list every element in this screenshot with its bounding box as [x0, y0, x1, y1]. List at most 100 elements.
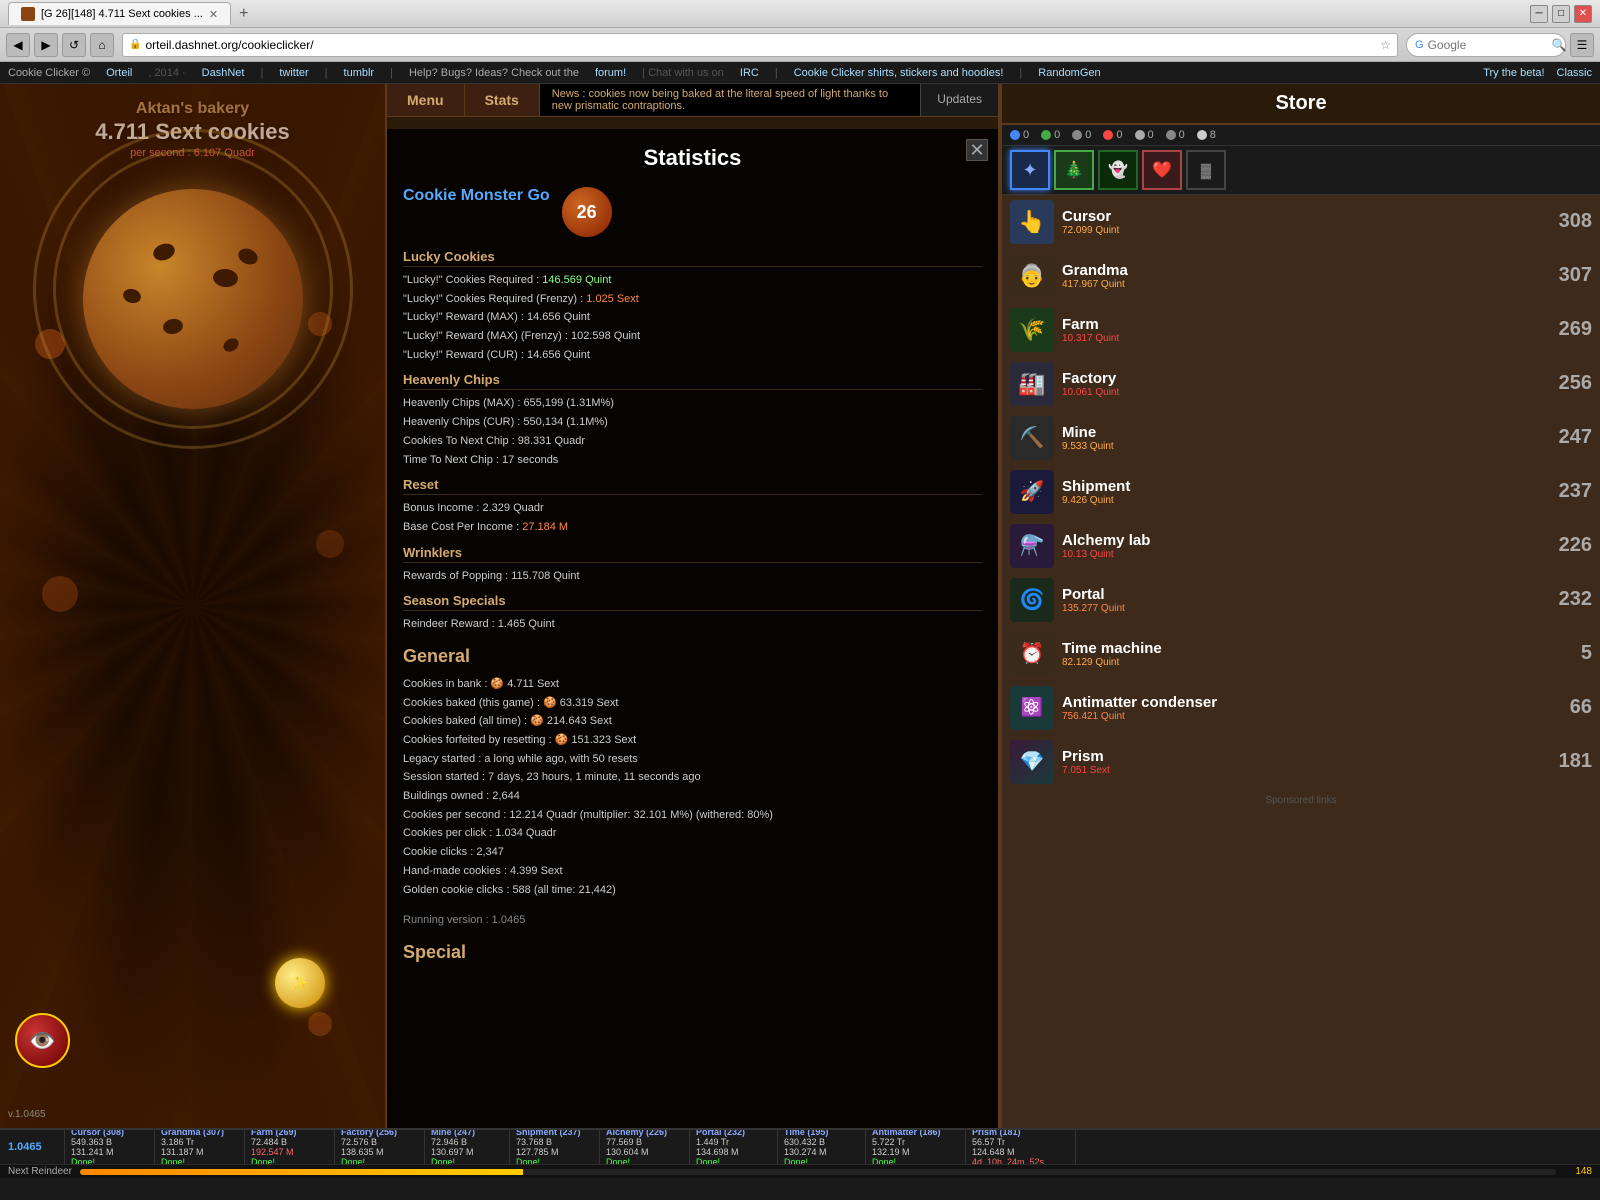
- season-header: Season Specials: [403, 593, 982, 611]
- prism-icon: 💎: [1010, 740, 1054, 784]
- cookie-monster-section: Cookie Monster Go 26: [403, 187, 982, 237]
- upgrade-item-2[interactable]: 👻: [1098, 150, 1138, 190]
- home-button[interactable]: ⌂: [90, 33, 114, 57]
- session-row: Session started : 7 days, 23 hours, 1 mi…: [403, 768, 982, 787]
- stats-button[interactable]: Stats: [465, 84, 540, 116]
- right-panel: Store 0 0 0 0 0: [1000, 84, 1600, 1128]
- cpc-val: 1.034 Quadr: [495, 827, 556, 839]
- menu-button[interactable]: Menu: [387, 84, 465, 116]
- back-button[interactable]: ◀: [6, 33, 30, 57]
- tab-close-btn[interactable]: ✕: [209, 8, 218, 21]
- window-close-btn[interactable]: ✕: [1574, 5, 1592, 23]
- window-minimize-btn[interactable]: ─: [1530, 5, 1548, 23]
- shipment-emoji: 🚀: [1020, 479, 1045, 504]
- factory-icon: 🏭: [1010, 362, 1054, 406]
- building-row-mine[interactable]: ⛏️ Mine 9.533 Quint 247: [1002, 411, 1600, 465]
- portal-name: Portal: [1062, 586, 1547, 603]
- timemachine-cost-val: 82.129 Quint: [1062, 657, 1119, 668]
- cm-text-block: Cookie Monster Go: [403, 187, 550, 205]
- grandma-icon: 👵: [1010, 254, 1054, 298]
- menu-stats-bar: Menu Stats News : cookies now being bake…: [387, 84, 998, 117]
- bottom-time-base: 130.274 M: [784, 1147, 859, 1157]
- search-input[interactable]: [1428, 38, 1548, 52]
- antimatter-info: Antimatter condenser 756.421 Quint: [1062, 694, 1547, 722]
- upgrade-item-1[interactable]: 🎄: [1054, 150, 1094, 190]
- bottom-col-grandma: Grandma (307) 3.186 Tr 131.187 M Done!: [155, 1130, 245, 1164]
- bottom-portal-time: Done!: [696, 1157, 771, 1164]
- randomgen-link[interactable]: RandomGen: [1038, 67, 1100, 79]
- building-row-antimatter[interactable]: ⚛️ Antimatter condenser 756.421 Quint 66: [1002, 681, 1600, 735]
- address-bar[interactable]: [145, 38, 1380, 52]
- big-cookie[interactable]: [83, 189, 303, 409]
- grandma-cost: 417.967 Quint: [1062, 279, 1547, 290]
- building-row-farm[interactable]: 🌾 Farm 10.317 Quint 269: [1002, 303, 1600, 357]
- building-row-grandma[interactable]: 👵 Grandma 417.967 Quint 307: [1002, 249, 1600, 303]
- currency-val-0: 0: [1023, 129, 1029, 141]
- cursor-count: 308: [1547, 210, 1592, 233]
- forum-link[interactable]: forum!: [595, 67, 626, 79]
- factory-cost-val: 10.061 Quint: [1062, 387, 1119, 398]
- tumblr-link[interactable]: tumblr: [344, 67, 375, 79]
- bottom-cursor-base: 131.241 M: [71, 1147, 148, 1157]
- upgrade-item-3[interactable]: ❤️: [1142, 150, 1182, 190]
- stats-title: Statistics: [403, 145, 982, 171]
- santa-item[interactable]: 👁️: [15, 1013, 70, 1068]
- building-row-timemachine[interactable]: ⏰ Time machine 82.129 Quint 5: [1002, 627, 1600, 681]
- factory-cost: 10.061 Quint: [1062, 387, 1547, 398]
- browser-tab[interactable]: [G 26][148] 4.711 Sext cookies ... ✕: [8, 2, 231, 25]
- prism-cost: 7.051 Sext: [1062, 765, 1547, 776]
- twitter-link[interactable]: twitter: [279, 67, 308, 79]
- building-row-cursor[interactable]: 👆 Cursor 72.099 Quint 308: [1002, 195, 1600, 249]
- cpc-row: Cookies per click : 1.034 Quadr: [403, 824, 982, 843]
- updates-button[interactable]: Updates: [920, 84, 998, 116]
- golden-cookie[interactable]: ✨: [275, 958, 325, 1008]
- timemachine-emoji: ⏰: [1020, 641, 1045, 666]
- building-row-factory[interactable]: 🏭 Factory 10.061 Quint 256: [1002, 357, 1600, 411]
- hc-next-val: 98.331 Quadr: [518, 435, 585, 447]
- building-row-shipment[interactable]: 🚀 Shipment 9.426 Quint 237: [1002, 465, 1600, 519]
- general-section: General Cookies in bank : 🍪 4.711 Sext C…: [403, 646, 982, 899]
- building-row-portal[interactable]: 🌀 Portal 135.277 Quint 232: [1002, 573, 1600, 627]
- menu-button[interactable]: ☰: [1570, 33, 1594, 57]
- dashnet-link[interactable]: DashNet: [202, 67, 245, 79]
- reset-cost-row: Base Cost Per Income : 27.184 M: [403, 518, 982, 537]
- building-row-alchemy[interactable]: ⚗️ Alchemy lab 10.13 Quint 226: [1002, 519, 1600, 573]
- version-val: 1.0465: [492, 914, 526, 926]
- search-icon[interactable]: 🔍: [1552, 38, 1567, 52]
- bookmark-icon[interactable]: ☆: [1380, 38, 1391, 52]
- bottom-prism-bonus: 56.57 Tr: [972, 1137, 1069, 1147]
- reset-bonus-row: Bonus Income : 2.329 Quadr: [403, 499, 982, 518]
- reindeer-track: [80, 1169, 1556, 1175]
- tab-title: [G 26][148] 4.711 Sext cookies ...: [41, 8, 203, 20]
- upgrade-item-4[interactable]: ▓: [1186, 150, 1226, 190]
- cm-number: 26: [577, 202, 597, 223]
- farm-count: 269: [1547, 318, 1592, 341]
- golden-val: 588 (all time: 21,442): [512, 884, 615, 896]
- beta-link[interactable]: Try the beta!: [1483, 67, 1544, 79]
- window-maximize-btn[interactable]: □: [1552, 5, 1570, 23]
- farm-info: Farm 10.317 Quint: [1062, 316, 1547, 344]
- reload-button[interactable]: ↺: [62, 33, 86, 57]
- help-text: Help? Bugs? Ideas? Check out the: [409, 67, 579, 79]
- alchemy-icon: ⚗️: [1010, 524, 1054, 568]
- mine-cost-val: 9.533 Quint: [1062, 441, 1114, 452]
- upgrade-item-0[interactable]: ✦: [1010, 150, 1050, 190]
- classic-link[interactable]: Classic: [1557, 67, 1592, 79]
- bottom-mine-time: Done!: [431, 1157, 503, 1164]
- tab-favicon: [21, 7, 35, 21]
- upgrade-icon-3: ❤️: [1152, 160, 1172, 180]
- irc-link[interactable]: IRC: [740, 67, 759, 79]
- orteil-link[interactable]: Orteil: [106, 67, 132, 79]
- modal-close-btn[interactable]: ✕: [966, 139, 988, 161]
- currency-dot-6: [1197, 130, 1207, 140]
- forward-button[interactable]: ▶: [34, 33, 58, 57]
- shirts-link[interactable]: Cookie Clicker shirts, stickers and hood…: [794, 67, 1004, 79]
- shipment-icon: 🚀: [1010, 470, 1054, 514]
- factory-info: Factory 10.061 Quint: [1062, 370, 1547, 398]
- building-row-prism[interactable]: 💎 Prism 7.051 Sext 181: [1002, 735, 1600, 789]
- reset-header: Reset: [403, 477, 982, 495]
- hc-max-val: 655,199 (1.31M%): [523, 397, 614, 409]
- new-tab-button[interactable]: +: [239, 5, 248, 23]
- bottom-alchemy-base: 130.604 M: [606, 1147, 683, 1157]
- bottom-col-factory: Factory (256) 72.576 B 138.635 M Done!: [335, 1130, 425, 1164]
